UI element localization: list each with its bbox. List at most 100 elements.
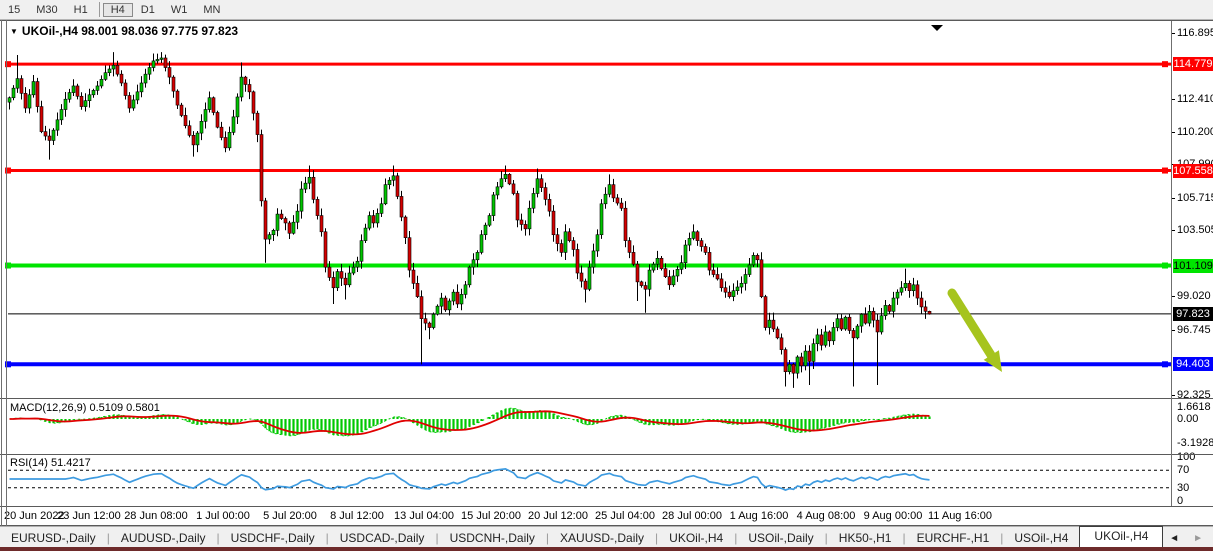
tab-audusd-daily[interactable]: AUDUSD-,Daily [110,529,217,547]
price-axis: 116.895112.410110.200107.990105.715103.5… [1172,21,1213,507]
tab-usoil-daily[interactable]: USOil-,Daily [737,529,824,547]
tab-hk50-h1[interactable]: HK50-,H1 [828,529,903,547]
trend-arrow[interactable] [952,293,991,355]
candle-body [772,320,775,329]
chart-title-text: UKOil-,H4 98.001 98.036 97.775 97.823 [22,24,238,38]
candle-body [760,260,763,297]
timeframe-button-h1[interactable]: H1 [66,3,96,17]
candle-body [708,252,711,270]
tab-ukoil-h4[interactable]: UKOil-,H4 [658,529,734,547]
candle-body [360,241,363,262]
rsi-panel-divider[interactable] [0,454,1213,455]
candle-body [484,225,487,235]
timeframe-button-h4[interactable]: H4 [103,3,133,17]
tab-usdchf-daily[interactable]: USDCHF-,Daily [220,529,326,547]
tab-scroll-arrows: ◄► [1169,533,1203,544]
candle-body [324,232,327,267]
candle-body [900,288,903,292]
candle-body [784,350,787,372]
timeframe-button-15[interactable]: 15 [0,3,28,17]
tab-scroll-left-icon[interactable]: ◄ [1169,533,1179,544]
candle-body [440,298,443,306]
candle-body [592,251,595,267]
tab-scroll-right-icon[interactable]: ► [1193,533,1203,544]
candle-body [224,138,227,148]
candle-body [676,269,679,276]
candle-body [716,274,719,278]
tab-usdcnh-daily[interactable]: USDCNH-,Daily [439,529,546,547]
candle-body [20,79,23,94]
timeframe-button-mn[interactable]: MN [195,3,228,17]
candle-body [656,258,659,264]
line-endpoint-marker [1162,61,1168,67]
candle-body [236,97,239,117]
tab-eurusd-daily[interactable]: EURUSD-,Daily [0,529,107,547]
timeframe-button-d1[interactable]: D1 [133,3,163,17]
candle-body [48,136,51,140]
candle-body [600,204,603,235]
x-axis-label: 28 Jun 08:00 [124,510,188,522]
candle-body [832,328,835,341]
candle-body [200,121,203,133]
candle-body [820,335,823,345]
tab-usoil-h4[interactable]: USOil-,H4 [1003,529,1079,547]
trading-terminal-window: 15M30H1 H4D1W1MN ▼ UKOil-,H4 98.001 98.036… [0,0,1213,551]
candle-body [76,86,79,96]
window-left-border [1,20,2,526]
candle-body [40,107,43,132]
candle-body [444,298,447,310]
candle-body [368,216,371,229]
candlestick-chart[interactable] [0,21,1171,398]
candle-body [568,232,571,241]
candle-body [696,232,699,241]
tab-eurchf-h1[interactable]: EURCHF-,H1 [906,529,1001,547]
candle-body [892,298,895,311]
time-axis: 20 Jun 202223 Jun 12:0028 Jun 08:001 Jul… [0,507,1213,525]
macd-panel-divider[interactable] [0,398,1213,399]
price-axis-label: 112.410 [1177,93,1213,105]
candle-body [920,298,923,307]
rsi-panel[interactable] [0,455,1171,506]
candle-body [564,232,567,253]
candle-body [488,216,491,226]
candle-body [312,177,315,199]
candle-body [172,77,175,91]
candle-body [472,260,475,267]
candle-body [300,189,303,211]
price-line-badge: 107.558 [1173,164,1213,178]
candle-body [28,95,31,108]
candle-body [52,130,55,140]
macd-panel[interactable] [0,399,1171,454]
timeframe-button-m30[interactable]: M30 [28,3,65,17]
candle-body [868,311,871,323]
x-axis-label: 4 Aug 08:00 [797,510,856,522]
candle-body [332,277,335,287]
candle-body [504,174,507,178]
candle-body [296,211,299,222]
candle-body [124,83,127,96]
macd-axis-label: -3.1928 [1177,438,1213,449]
symbol-dropdown-icon[interactable]: ▼ [10,27,18,36]
tab-usdcad-daily[interactable]: USDCAD-,Daily [329,529,436,547]
candle-body [672,276,675,285]
candle-body [84,101,87,107]
candle-body [560,244,563,253]
candle-body [764,297,767,328]
tab-ukoil-h4[interactable]: UKOil-,H4 [1079,526,1163,549]
candle-body [644,286,647,290]
line-endpoint-marker [1162,168,1168,174]
candle-body [876,320,879,332]
candle-body [320,216,323,232]
candle-body [248,84,251,91]
timeframe-button-w1[interactable]: W1 [163,3,196,17]
candle-body [916,285,919,298]
chart-shift-marker[interactable] [931,25,943,31]
rsi-line [10,469,930,490]
candle-body [88,95,91,101]
candle-body [848,317,851,330]
candle-body [400,196,403,217]
candle-body [872,311,875,320]
candle-body [356,261,359,267]
candle-body [856,326,859,338]
tab-xauusd-daily[interactable]: XAUUSD-,Daily [549,529,655,547]
